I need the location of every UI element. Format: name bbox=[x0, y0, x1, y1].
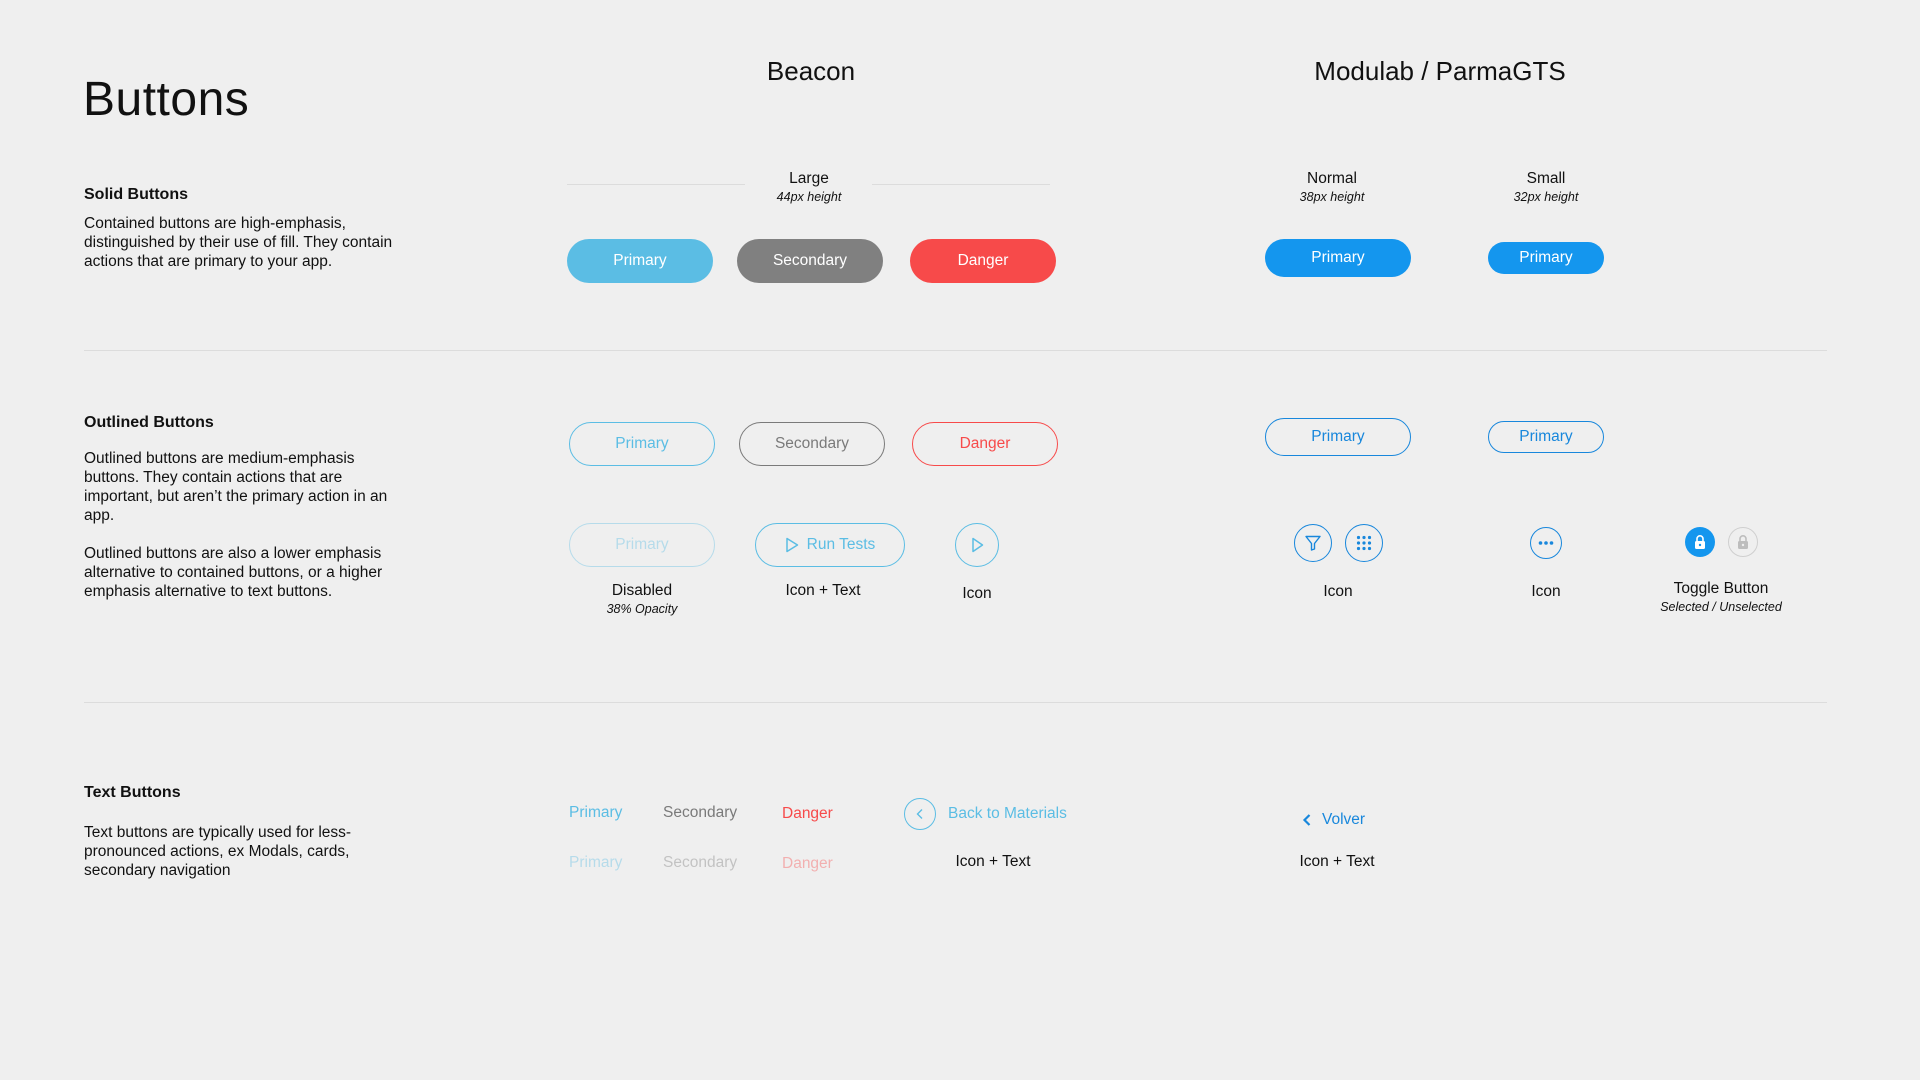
size-label-normal: Normal 38px height bbox=[1272, 170, 1392, 206]
modulab-small-icon-caption: Icon bbox=[1531, 583, 1561, 600]
size-small-title: Small bbox=[1526, 170, 1566, 187]
volver-label: Volver bbox=[1322, 811, 1366, 828]
more-icon-button[interactable] bbox=[1530, 527, 1562, 559]
column-header-modulab: Modulab / ParmaGTS bbox=[1314, 56, 1566, 86]
filter-icon-button[interactable] bbox=[1294, 524, 1332, 562]
toggle-caption-subtitle: Selected / Unselected bbox=[1660, 600, 1782, 614]
disabled-caption-subtitle: 38% Opacity bbox=[606, 602, 678, 616]
outlined-modulab-normal-primary-button[interactable]: Primary bbox=[1265, 418, 1411, 456]
back-caption: Icon + Text bbox=[955, 853, 1031, 870]
outlined-section-title: Outlined Buttons bbox=[84, 414, 214, 431]
run-tests-button[interactable]: Run Tests bbox=[755, 523, 905, 567]
chevron-left-icon bbox=[904, 798, 936, 830]
filter-icon bbox=[1304, 534, 1322, 552]
size-large-subtitle: 44px height bbox=[776, 190, 842, 204]
size-rule-left bbox=[567, 184, 745, 185]
play-icon-button[interactable] bbox=[955, 523, 999, 567]
outlined-primary-button[interactable]: Primary bbox=[569, 422, 715, 466]
solid-primary-button[interactable]: Primary bbox=[567, 239, 713, 283]
icon-caption: Icon bbox=[962, 585, 992, 602]
size-normal-subtitle: 38px height bbox=[1299, 190, 1365, 204]
text-secondary-disabled-button[interactable]: Secondary bbox=[663, 854, 737, 872]
size-large-title: Large bbox=[789, 170, 829, 187]
run-tests-label: Run Tests bbox=[806, 536, 876, 553]
text-danger-disabled-button[interactable]: Danger bbox=[782, 855, 833, 873]
text-section-title: Text Buttons bbox=[84, 784, 181, 801]
section-divider-1 bbox=[84, 350, 1827, 351]
solid-section-description: Contained buttons are high-emphasis, dis… bbox=[84, 215, 393, 270]
outlined-section-description-2: Outlined buttons are also a lower emphas… bbox=[84, 545, 383, 600]
size-normal-title: Normal bbox=[1307, 170, 1357, 187]
toggle-button-unselected[interactable] bbox=[1728, 527, 1758, 557]
outlined-secondary-button[interactable]: Secondary bbox=[739, 422, 885, 466]
volver-button[interactable]: Volver bbox=[1302, 811, 1365, 829]
page-title: Buttons bbox=[83, 73, 250, 126]
more-horizontal-icon bbox=[1538, 540, 1554, 546]
chevron-left-icon bbox=[1302, 813, 1312, 827]
disabled-caption-title: Disabled bbox=[611, 582, 673, 599]
apps-icon-button[interactable] bbox=[1345, 524, 1383, 562]
column-header-beacon: Beacon bbox=[766, 56, 856, 86]
text-primary-button[interactable]: Primary bbox=[569, 804, 622, 822]
size-label-small: Small 32px height bbox=[1486, 170, 1606, 206]
toggle-caption: Toggle Button Selected / Unselected bbox=[1640, 580, 1802, 616]
icon-text-caption: Icon + Text bbox=[785, 582, 861, 599]
solid-danger-button[interactable]: Danger bbox=[910, 239, 1056, 283]
back-to-materials-label: Back to Materials bbox=[948, 805, 1067, 822]
size-rule-right bbox=[872, 184, 1050, 185]
size-label-large: Large 44px height bbox=[750, 170, 868, 206]
solid-modulab-small-primary-button[interactable]: Primary bbox=[1488, 242, 1604, 274]
text-secondary-button[interactable]: Secondary bbox=[663, 804, 737, 822]
modulab-icon-caption: Icon bbox=[1323, 583, 1353, 600]
play-icon bbox=[970, 537, 984, 553]
outlined-disabled-primary-button[interactable]: Primary bbox=[569, 523, 715, 567]
text-danger-button[interactable]: Danger bbox=[782, 805, 833, 823]
grid-dots-icon bbox=[1356, 535, 1372, 551]
disabled-caption: Disabled 38% Opacity bbox=[567, 582, 717, 618]
solid-section-title: Solid Buttons bbox=[84, 186, 188, 203]
toggle-button-selected[interactable] bbox=[1685, 527, 1715, 557]
outlined-danger-button[interactable]: Danger bbox=[912, 422, 1058, 466]
lock-icon bbox=[1693, 534, 1707, 550]
text-section-description: Text buttons are typically used for less… bbox=[84, 824, 352, 879]
volver-caption: Icon + Text bbox=[1299, 853, 1375, 870]
outlined-section-description-1: Outlined buttons are medium-emphasis but… bbox=[84, 450, 388, 524]
text-primary-disabled-button[interactable]: Primary bbox=[569, 854, 622, 872]
play-icon bbox=[785, 537, 799, 553]
toggle-caption-title: Toggle Button bbox=[1673, 580, 1769, 597]
back-to-materials-button[interactable]: Back to Materials bbox=[904, 798, 1067, 830]
lock-icon bbox=[1736, 534, 1750, 550]
size-small-subtitle: 32px height bbox=[1513, 190, 1579, 204]
section-divider-2 bbox=[84, 702, 1827, 703]
solid-modulab-normal-primary-button[interactable]: Primary bbox=[1265, 239, 1411, 277]
solid-secondary-button[interactable]: Secondary bbox=[737, 239, 883, 283]
outlined-modulab-small-primary-button[interactable]: Primary bbox=[1488, 421, 1604, 453]
